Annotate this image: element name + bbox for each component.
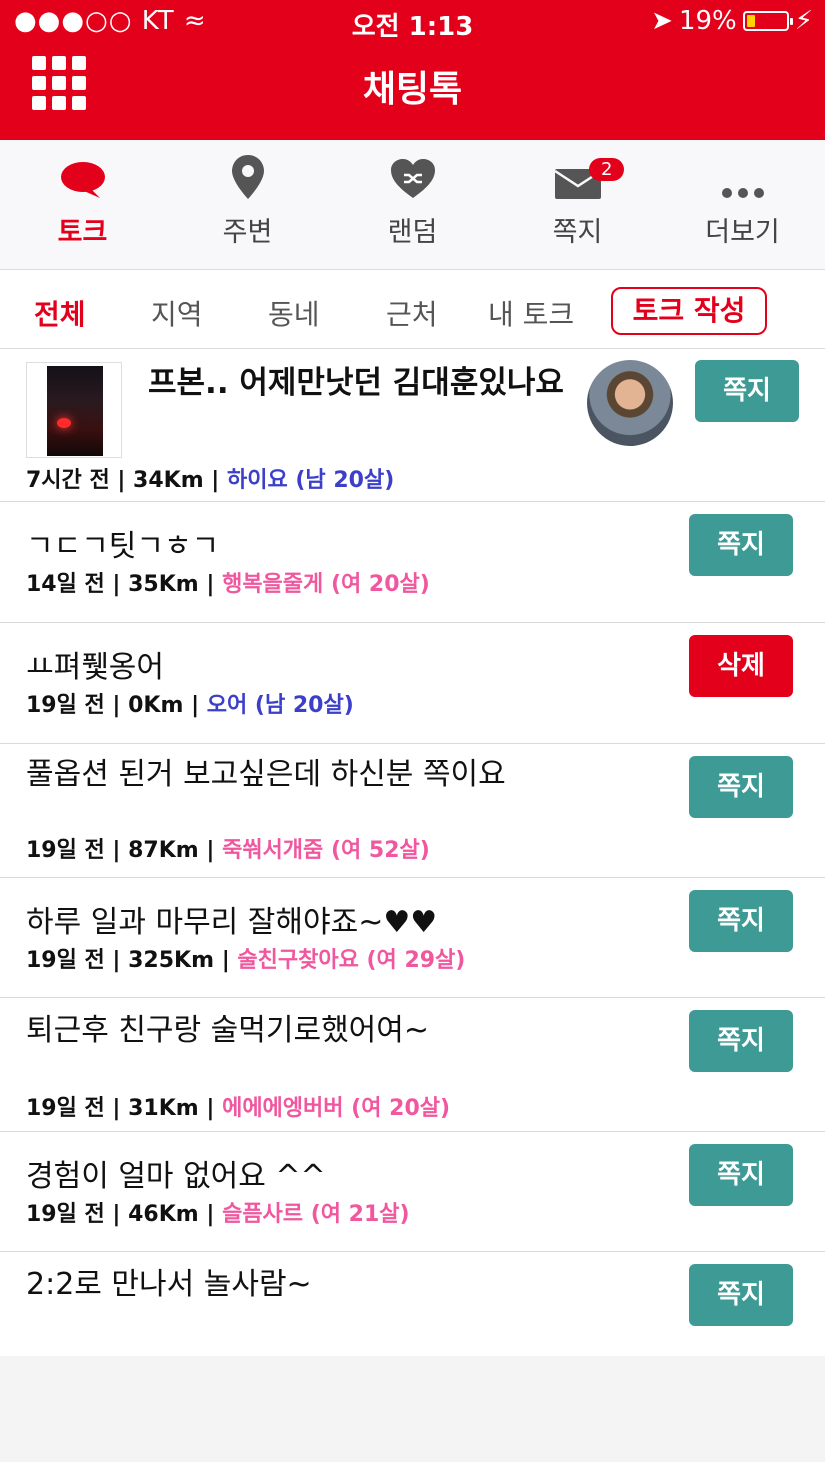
post-meta: 7시간 전 | 34Km | 하이요 (남 20살) (26, 468, 395, 493)
post-time: 19일 전 (26, 1202, 105, 1227)
filter-all[interactable]: 전체 (34, 293, 86, 333)
charging-icon: ⚡ (794, 6, 813, 36)
post-text: 퇴근후 친구랑 술먹기로했어여~ (26, 1013, 430, 1048)
tab-nearby-label: 주변 (222, 217, 273, 248)
message-button[interactable]: 쪽지 (689, 1144, 793, 1206)
post-time: 19일 전 (26, 693, 105, 718)
list-item[interactable]: 하루 일과 마무리 잘해야죠~♥♥ 19일 전 | 325Km | 술친구찾아요… (0, 878, 825, 998)
post-nickname[interactable]: 죽쒀서개줌 (여 52살) (222, 838, 430, 863)
tab-random[interactable]: 랜덤 (330, 140, 495, 269)
post-text: 풀옵션 된거 보고싶은데 하신분 쪽이요 (26, 757, 506, 792)
tab-messages-label: 쪽지 (552, 217, 603, 248)
post-distance: 35Km (128, 572, 199, 597)
app-header: ●●●○○ KT ≈ 오전 1:13 ➤ 19% ⚡ 채팅톡 (0, 0, 825, 140)
message-button[interactable]: 쪽지 (689, 1010, 793, 1072)
post-meta: 19일 전 | 46Km | 슬픔사르 (여 21살) (26, 1202, 410, 1227)
page-title: 채팅톡 (362, 69, 463, 110)
tab-talk-label: 토크 (57, 217, 108, 248)
write-talk-button[interactable]: 토크 작성 (611, 287, 767, 335)
main-tabs: 토크 주변 랜덤 2 쪽지 더보기 (0, 140, 825, 270)
location-pin-icon (231, 155, 264, 199)
post-distance: 325Km (128, 948, 215, 973)
filter-neighborhood[interactable]: 동네 (268, 293, 320, 333)
tab-messages[interactable]: 2 쪽지 (495, 140, 660, 269)
post-distance: 31Km (128, 1096, 199, 1121)
unread-badge: 2 (589, 158, 625, 181)
tab-nearby[interactable]: 주변 (165, 140, 330, 269)
post-meta: 19일 전 | 31Km | 에에에엥버버 (여 20살) (26, 1096, 451, 1121)
post-text: ㄱㄷㄱ팃ㄱㅎㄱ (26, 529, 220, 564)
delete-button[interactable]: 삭제 (689, 635, 793, 697)
filter-nearby[interactable]: 근처 (386, 293, 438, 333)
post-distance: 87Km (128, 838, 199, 863)
speech-bubble-icon (60, 162, 105, 198)
post-distance: 0Km (128, 693, 184, 718)
post-meta: 14일 전 | 35Km | 행복을줄게 (여 20살) (26, 572, 430, 597)
message-button[interactable]: 쪽지 (695, 360, 799, 422)
post-text: 2:2로 만나서 놀사람~ (26, 1267, 312, 1302)
post-text: 프본.. 어제만낫던 김대훈있나요 (148, 365, 564, 401)
bottom-area (0, 1356, 825, 1462)
battery-icon (742, 11, 793, 31)
avatar[interactable] (587, 360, 673, 446)
post-nickname[interactable]: 하이요 (남 20살) (227, 468, 394, 493)
post-time: 19일 전 (26, 838, 105, 863)
filter-region[interactable]: 지역 (151, 293, 203, 333)
location-arrow-icon: ➤ (651, 6, 673, 36)
post-text: 하루 일과 마무리 잘해야죠~♥♥ (26, 905, 438, 940)
tab-talk[interactable]: 토크 (0, 140, 165, 269)
tab-more-label: 더보기 (705, 217, 780, 248)
list-item[interactable]: ㅛ펴퓇옹어 19일 전 | 0Km | 오어 (남 20살) 삭제 (0, 623, 825, 744)
more-dots-icon (721, 188, 764, 198)
heart-shuffle-icon (390, 159, 435, 198)
post-meta: 19일 전 | 0Km | 오어 (남 20살) (26, 693, 354, 718)
post-time: 19일 전 (26, 1096, 105, 1121)
post-meta: 19일 전 | 325Km | 술친구찾아요 (여 29살) (26, 948, 466, 973)
list-item[interactable]: 퇴근후 친구랑 술먹기로했어여~ 19일 전 | 31Km | 에에에엥버버 (… (0, 998, 825, 1132)
status-right: ➤ 19% ⚡ (651, 6, 813, 36)
post-nickname[interactable]: 술친구찾아요 (여 29살) (237, 948, 465, 973)
message-button[interactable]: 쪽지 (689, 756, 793, 818)
post-time: 14일 전 (26, 572, 105, 597)
tab-random-label: 랜덤 (387, 217, 438, 248)
post-nickname[interactable]: 슬픔사르 (여 21살) (222, 1202, 409, 1227)
list-item[interactable]: 풀옵션 된거 보고싶은데 하신분 쪽이요 19일 전 | 87Km | 죽쒀서개… (0, 744, 825, 878)
post-meta: 19일 전 | 87Km | 죽쒀서개줌 (여 52살) (26, 838, 430, 863)
post-photo[interactable] (26, 362, 122, 458)
talk-list: 프본.. 어제만낫던 김대훈있나요 7시간 전 | 34Km | 하이요 (남 … (0, 350, 825, 1356)
filter-my-talk[interactable]: 내 토크 (488, 293, 574, 333)
list-item[interactable]: 2:2로 만나서 놀사람~ 쪽지 (0, 1252, 825, 1356)
tab-more[interactable]: 더보기 (660, 140, 825, 269)
post-text: ㅛ펴퓇옹어 (26, 650, 164, 685)
message-button[interactable]: 쪽지 (689, 890, 793, 952)
post-time: 19일 전 (26, 948, 105, 973)
post-nickname[interactable]: 행복을줄게 (여 20살) (222, 572, 430, 597)
post-text: 경험이 얼마 없어요 ^^ (26, 1159, 326, 1194)
post-nickname[interactable]: 에에에엥버버 (여 20살) (222, 1096, 450, 1121)
post-nickname[interactable]: 오어 (남 20살) (207, 693, 354, 718)
status-bar: ●●●○○ KT ≈ 오전 1:13 ➤ 19% ⚡ (0, 0, 825, 44)
list-item[interactable]: 프본.. 어제만낫던 김대훈있나요 7시간 전 | 34Km | 하이요 (남 … (0, 350, 825, 502)
list-item[interactable]: 경험이 얼마 없어요 ^^ 19일 전 | 46Km | 슬픔사르 (여 21살… (0, 1132, 825, 1252)
post-distance: 34Km (133, 468, 204, 493)
message-button[interactable]: 쪽지 (689, 514, 793, 576)
message-button[interactable]: 쪽지 (689, 1264, 793, 1326)
post-time: 7시간 전 (26, 468, 110, 493)
list-item[interactable]: ㄱㄷㄱ팃ㄱㅎㄱ 14일 전 | 35Km | 행복을줄게 (여 20살) 쪽지 (0, 502, 825, 623)
battery-percent: 19% (678, 6, 737, 36)
post-distance: 46Km (128, 1202, 199, 1227)
